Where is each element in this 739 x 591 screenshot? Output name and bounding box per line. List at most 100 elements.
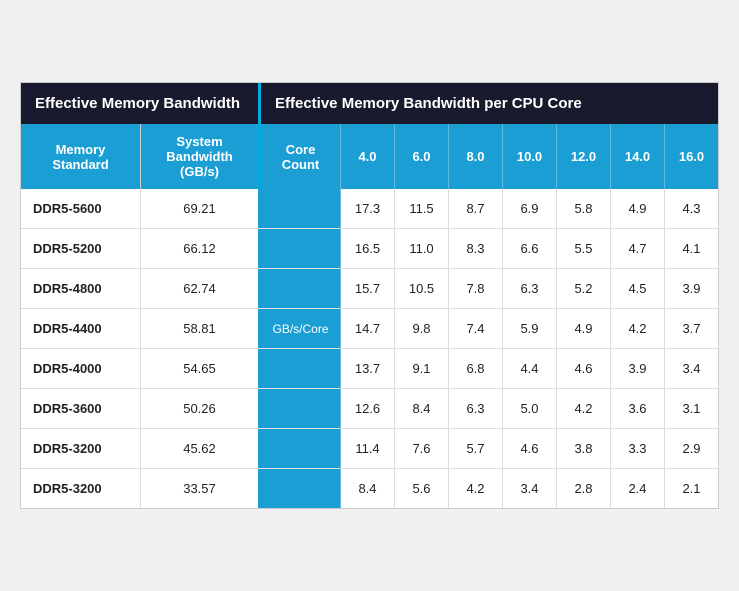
cell-value: 3.6 bbox=[611, 389, 665, 428]
cell-value: 3.1 bbox=[665, 389, 718, 428]
cell-value: 7.8 bbox=[449, 269, 503, 308]
header-left: Effective Memory Bandwidth bbox=[21, 83, 261, 124]
cell-value: 4.5 bbox=[611, 269, 665, 308]
cell-sys-bw: 50.26 bbox=[141, 389, 261, 428]
header-left-text: Effective Memory Bandwidth bbox=[35, 95, 240, 112]
col-header-14: 14.0 bbox=[611, 124, 665, 189]
cell-value: 7.6 bbox=[395, 429, 449, 468]
cell-value: 4.4 bbox=[503, 349, 557, 388]
cell-sys-bw: 58.81 bbox=[141, 309, 261, 348]
cell-mem-std: DDR5-3600 bbox=[21, 389, 141, 428]
cell-value: 3.9 bbox=[665, 269, 718, 308]
col-header-mem-std: Memory Standard bbox=[21, 124, 141, 189]
cell-value: 2.1 bbox=[665, 469, 718, 508]
cell-value: 15.7 bbox=[341, 269, 395, 308]
cell-value: 5.5 bbox=[557, 229, 611, 268]
col-header-8: 8.0 bbox=[449, 124, 503, 189]
table-row: DDR5-520066.1216.511.08.36.65.54.74.1 bbox=[21, 229, 718, 269]
header-right-text: Effective Memory Bandwidth per CPU Core bbox=[275, 95, 582, 112]
top-header: Effective Memory Bandwidth Effective Mem… bbox=[21, 83, 718, 124]
cell-value: 3.4 bbox=[665, 349, 718, 388]
cell-value: 16.5 bbox=[341, 229, 395, 268]
cell-mem-std: DDR5-4400 bbox=[21, 309, 141, 348]
cell-mem-std: DDR5-5600 bbox=[21, 189, 141, 228]
cell-value: 4.2 bbox=[611, 309, 665, 348]
table-row: DDR5-560069.21 17.311.58.76.95.84.94.3 bbox=[21, 189, 718, 229]
cell-mem-std: DDR5-4000 bbox=[21, 349, 141, 388]
cell-value: 4.9 bbox=[611, 189, 665, 228]
cell-value: 4.2 bbox=[557, 389, 611, 428]
cell-value: 6.3 bbox=[503, 269, 557, 308]
cell-value: 3.8 bbox=[557, 429, 611, 468]
cell-sys-bw: 66.12 bbox=[141, 229, 261, 268]
cell-value: 3.7 bbox=[665, 309, 718, 348]
cell-value: 12.6 bbox=[341, 389, 395, 428]
cell-value: 2.9 bbox=[665, 429, 718, 468]
cell-mem-std: DDR5-3200 bbox=[21, 429, 141, 468]
cell-value: 2.8 bbox=[557, 469, 611, 508]
cell-value: 3.3 bbox=[611, 429, 665, 468]
col-header-12: 12.0 bbox=[557, 124, 611, 189]
cell-value: 8.3 bbox=[449, 229, 503, 268]
cell-value: 6.8 bbox=[449, 349, 503, 388]
col-header-10: 10.0 bbox=[503, 124, 557, 189]
column-headers: Memory Standard System Bandwidth (GB/s) … bbox=[21, 124, 718, 189]
cell-value: 9.8 bbox=[395, 309, 449, 348]
cell-value: 4.1 bbox=[665, 229, 718, 268]
cell-value: 13.7 bbox=[341, 349, 395, 388]
cell-value: 4.6 bbox=[557, 349, 611, 388]
cell-value: 5.9 bbox=[503, 309, 557, 348]
cell-value: 5.0 bbox=[503, 389, 557, 428]
cell-sys-bw: 33.57 bbox=[141, 469, 261, 508]
col-header-16: 16.0 bbox=[665, 124, 718, 189]
header-right: Effective Memory Bandwidth per CPU Core bbox=[261, 83, 718, 124]
col-header-6: 6.0 bbox=[395, 124, 449, 189]
cell-value: 6.6 bbox=[503, 229, 557, 268]
cell-value: 3.9 bbox=[611, 349, 665, 388]
cell-value: 3.4 bbox=[503, 469, 557, 508]
cell-sys-bw: 69.21 bbox=[141, 189, 261, 228]
cell-sys-bw: 54.65 bbox=[141, 349, 261, 388]
cell-value: 4.6 bbox=[503, 429, 557, 468]
cell-value: 9.1 bbox=[395, 349, 449, 388]
cell-mem-std: DDR5-4800 bbox=[21, 269, 141, 308]
cell-value: 5.6 bbox=[395, 469, 449, 508]
table-row: DDR5-320045.62 11.47.65.74.63.83.32.9 bbox=[21, 429, 718, 469]
cell-sys-bw: 45.62 bbox=[141, 429, 261, 468]
table-row: DDR5-480062.7415.710.57.86.35.24.53.9 bbox=[21, 269, 718, 309]
cell-core-count bbox=[261, 389, 341, 428]
cell-value: 6.9 bbox=[503, 189, 557, 228]
cell-mem-std: DDR5-5200 bbox=[21, 229, 141, 268]
cell-core-count bbox=[261, 229, 341, 268]
cell-value: 5.8 bbox=[557, 189, 611, 228]
cell-value: 14.7 bbox=[341, 309, 395, 348]
cell-value: 11.5 bbox=[395, 189, 449, 228]
cell-mem-std: DDR5-3200 bbox=[21, 469, 141, 508]
cell-value: 4.2 bbox=[449, 469, 503, 508]
cell-value: 7.4 bbox=[449, 309, 503, 348]
table-row: DDR5-400054.65 13.79.16.84.44.63.93.4 bbox=[21, 349, 718, 389]
cell-sys-bw: 62.74 bbox=[141, 269, 261, 308]
cell-value: 4.3 bbox=[665, 189, 718, 228]
cell-core-count bbox=[261, 269, 341, 308]
table-row: DDR5-440058.81GB/s/Core14.79.87.45.94.94… bbox=[21, 309, 718, 349]
cell-core-count bbox=[261, 349, 341, 388]
col-header-sys-bw: System Bandwidth (GB/s) bbox=[141, 124, 261, 189]
cell-value: 5.7 bbox=[449, 429, 503, 468]
cell-core-count bbox=[261, 189, 341, 228]
cell-value: 11.4 bbox=[341, 429, 395, 468]
cell-core-count bbox=[261, 469, 341, 508]
cell-value: 8.4 bbox=[395, 389, 449, 428]
col-header-core-count: Core Count bbox=[261, 124, 341, 189]
cell-value: 8.7 bbox=[449, 189, 503, 228]
data-rows: DDR5-560069.2117.311.58.76.95.84.94.3DDR… bbox=[21, 189, 718, 508]
cell-value: 6.3 bbox=[449, 389, 503, 428]
cell-value: 10.5 bbox=[395, 269, 449, 308]
cell-value: 2.4 bbox=[611, 469, 665, 508]
table-row: DDR5-360050.26 12.68.46.35.04.23.63.1 bbox=[21, 389, 718, 429]
cell-value: 17.3 bbox=[341, 189, 395, 228]
cell-value: 4.7 bbox=[611, 229, 665, 268]
cell-core-count: GB/s/Core bbox=[261, 309, 341, 348]
table-row: DDR5-320033.57 8.45.64.23.42.82.42.1 bbox=[21, 469, 718, 508]
cell-value: 8.4 bbox=[341, 469, 395, 508]
